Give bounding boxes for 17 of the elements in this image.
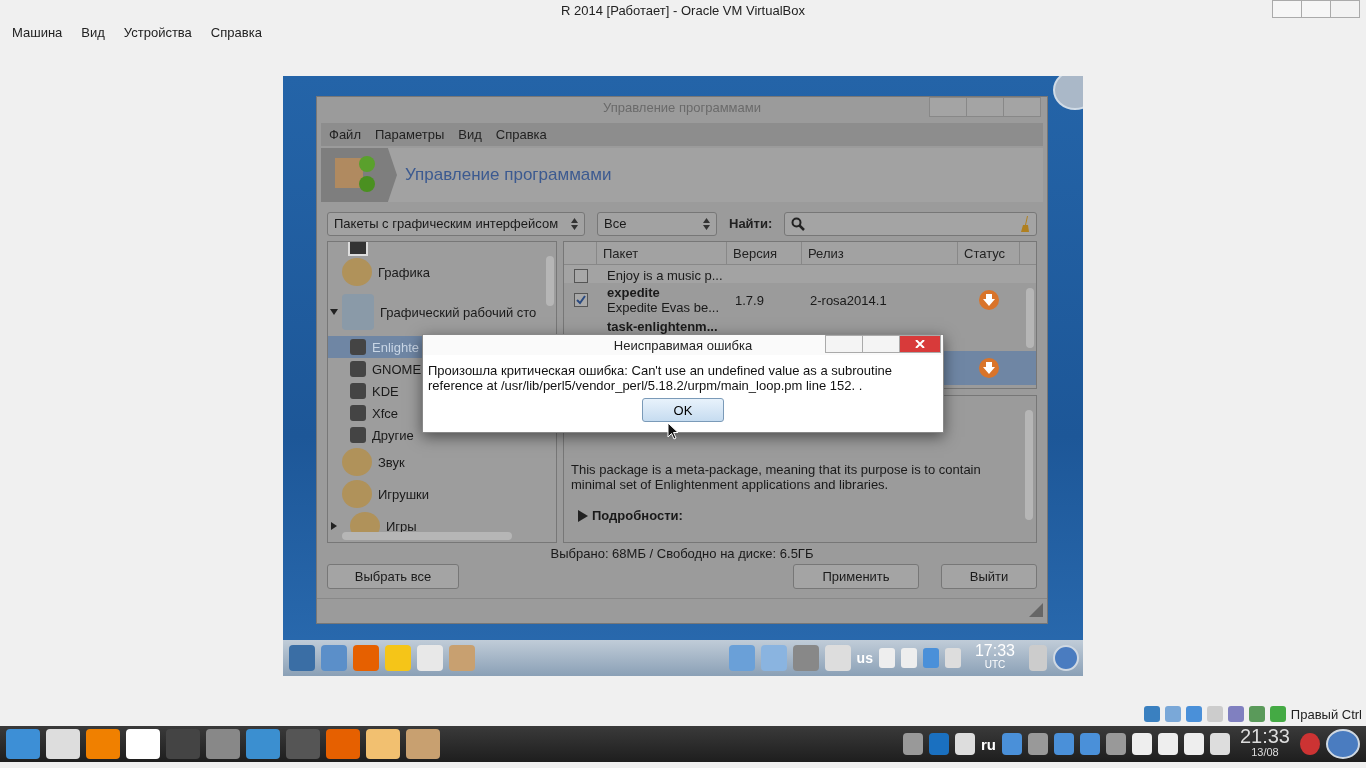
error-message: Произошла критическая ошибка: Can't use an undefined value as a subroutine reference at /usr/lib/perl5/vendor_perl/5.18.2/urpm/main_loop.pm line 152. . [427,362,893,393]
window-title: R 2014 [Работает] - Oracle VM VirtualBox [561,2,805,18]
host-key-label: Правый Ctrl [1290,706,1362,722]
table-cell: 1.7.9 [735,292,764,308]
description-text: This package is a meta-package, meaning that its purpose is to contain minimal set of Enlightenment applications and libraries. [571,462,982,493]
package-name: task-enlightenm... [607,319,718,335]
status-text: Выбрано: 68МБ / Свободно на диске: 6.5ГБ [549,544,815,563]
timezone: UTC [984,658,1006,672]
search-label: Найти: [729,216,773,232]
dialog-title: Неисправимая ошибка [613,337,753,353]
package-description: Enjoy is a music p... [607,268,723,284]
table-cell: 2-rosa2014.1 [810,292,887,308]
package-description: Expedite Evas be... [607,300,719,316]
date: 13/08 [1251,745,1279,760]
header-title: Управление программами [405,165,612,186]
package-name: expedite [607,285,660,301]
details-label: Подробности: [592,508,683,524]
